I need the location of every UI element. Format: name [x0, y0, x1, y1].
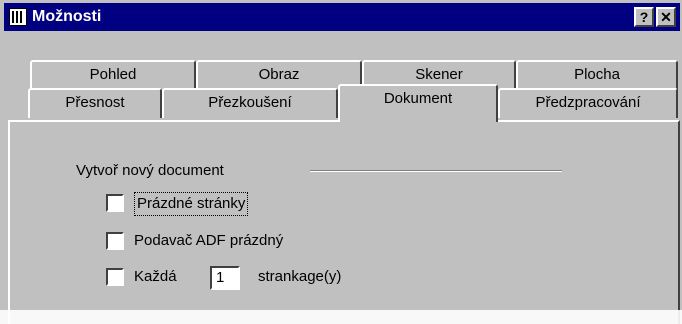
title-bar: Možnosti ? ✕: [4, 3, 680, 31]
every-checkbox[interactable]: [106, 268, 124, 286]
tab-dokument[interactable]: Dokument: [338, 84, 498, 122]
blank-pages-label[interactable]: Prázdné stránky: [134, 192, 249, 216]
tab-predzpracovani[interactable]: Předzpracování: [498, 88, 678, 118]
help-button[interactable]: ?: [634, 7, 654, 27]
group-divider: [310, 170, 562, 172]
tab-panel-dokument: Vytvoř nový document Prázdné stránky Pod…: [8, 120, 680, 324]
page-count-input[interactable]: 1: [210, 266, 240, 290]
adf-empty-checkbox[interactable]: [106, 232, 124, 250]
tab-pohled[interactable]: Pohled: [30, 60, 196, 90]
blank-pages-checkbox[interactable]: [106, 194, 124, 212]
group-label: Vytvoř nový document: [76, 162, 230, 179]
app-window-icon: [9, 8, 27, 26]
tab-prezkouseni[interactable]: Přezkoušení: [162, 88, 338, 118]
close-button[interactable]: ✕: [656, 7, 676, 27]
every-label[interactable]: Každá: [134, 266, 177, 288]
tab-plocha[interactable]: Plocha: [516, 60, 678, 90]
window-title: Možnosti: [32, 8, 102, 25]
tab-presnost[interactable]: Přesnost: [28, 88, 162, 118]
options-dialog: Možnosti ? ✕ Pohled Obraz Skener Plocha …: [0, 0, 682, 324]
adf-empty-label[interactable]: Podavač ADF prázdný: [134, 230, 283, 252]
pages-suffix-label: strankage(y): [258, 268, 342, 285]
every-option[interactable]: Každá 1 strankage(y): [106, 266, 426, 290]
torn-edge: [0, 310, 682, 324]
